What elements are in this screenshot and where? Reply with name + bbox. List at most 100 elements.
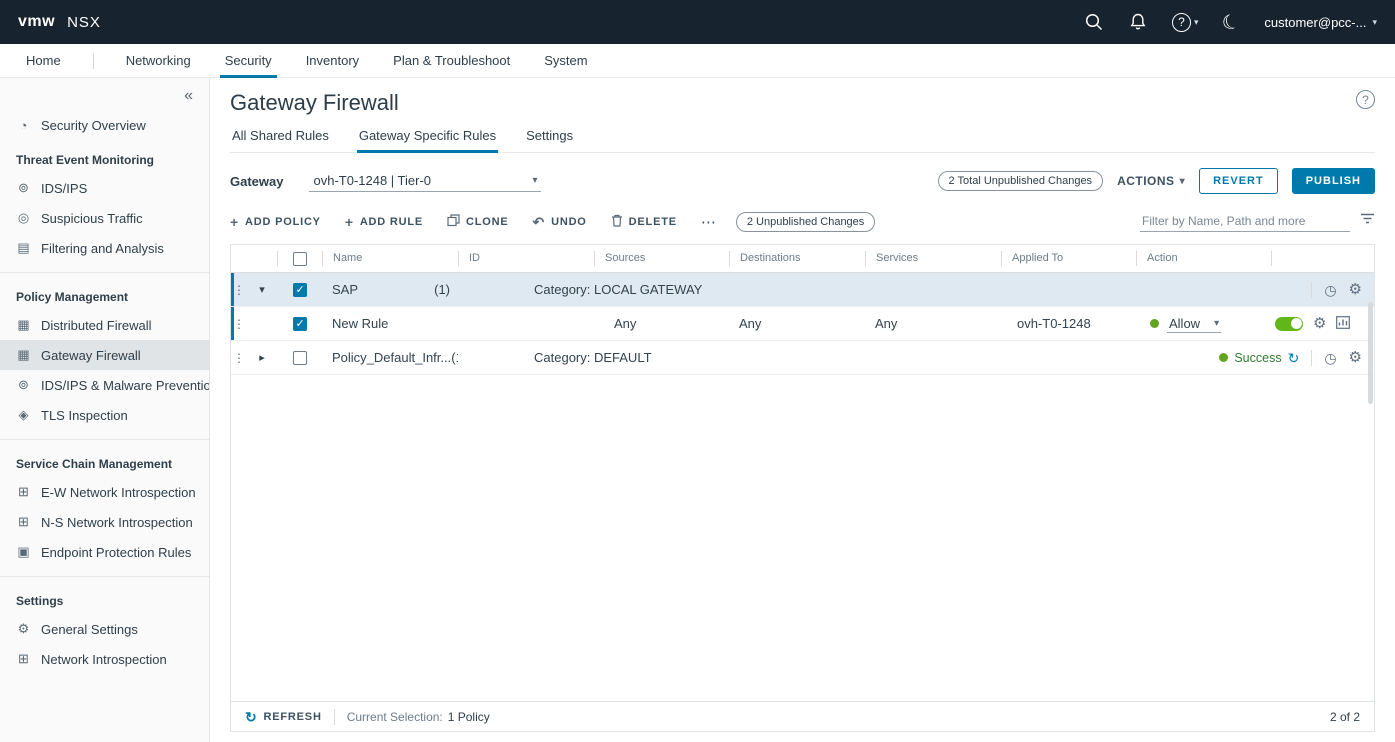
row-divider [1311,350,1312,366]
notifications-bell-icon[interactable] [1128,12,1148,32]
actions-button[interactable]: ACTIONS [1117,174,1185,188]
sidebar-item-label: Gateway Firewall [41,348,141,363]
vertical-scrollbar[interactable] [1368,302,1373,404]
chevron-down-icon [1180,176,1186,187]
sidebar-item-label: Filtering and Analysis [41,241,164,256]
expand-policy-icon[interactable] [247,351,277,364]
sidebar-section-threat-event-monitoring: Threat Event Monitoring [0,140,209,173]
select-all-checkbox[interactable] [293,252,307,266]
gateway-firewall-icon [16,347,31,363]
refresh-button[interactable]: REFRESH [245,710,322,724]
row-checkbox[interactable] [293,351,307,365]
rule-destinations[interactable]: Any [729,316,865,331]
collapse-policy-icon[interactable] [247,283,277,296]
account-name: customer@pcc-... [1264,15,1366,30]
trash-icon [611,214,623,229]
add-rule-button[interactable]: ADD RULE [345,215,423,229]
theme-moon-icon[interactable] [1219,7,1244,37]
add-policy-button[interactable]: ADD POLICY [230,215,321,229]
sidebar-item-label: IDS/IPS & Malware Prevention [41,378,210,393]
total-unpublished-changes-badge[interactable]: 2 Total Unpublished Changes [938,171,1104,191]
sidebar-item-label: IDS/IPS [41,181,87,196]
primary-nav: Home Networking Security Inventory Plan … [0,44,1395,78]
sidebar-item-label: Suspicious Traffic [41,211,143,226]
policy-settings-gear-icon[interactable] [1349,282,1362,297]
sidebar-item-general-settings[interactable]: General Settings [0,614,209,644]
nav-item-home[interactable]: Home [24,44,63,77]
chevron-down-icon [532,175,537,186]
action-select[interactable]: Allow [1167,315,1221,333]
status-refresh-icon[interactable] [1288,351,1300,365]
sidebar-item-network-introspection[interactable]: Network Introspection [0,644,209,674]
collapse-sidebar-icon[interactable] [184,88,193,104]
search-icon[interactable] [1084,12,1104,32]
filter-funnel-icon[interactable] [1360,213,1375,231]
sidebar-item-ns-network-introspection[interactable]: N-S Network Introspection [0,507,209,537]
undo-label: UNDO [551,216,587,228]
sidebar-item-filtering-and-analysis[interactable]: Filtering and Analysis [0,233,209,263]
tab-settings[interactable]: Settings [524,128,575,152]
nav-item-plan-troubleshoot[interactable]: Plan & Troubleshoot [391,44,512,77]
delete-button[interactable]: DELETE [611,214,677,229]
policy-row-sap[interactable]: SAP (1) Category: LOCAL GATEWAY [231,273,1374,307]
rule-sources[interactable]: Any [594,316,729,331]
drag-handle-icon[interactable] [231,351,247,365]
unpublished-changes-badge[interactable]: 2 Unpublished Changes [736,212,875,232]
sidebar-item-label: Network Introspection [41,652,167,667]
nav-item-system[interactable]: System [542,44,589,77]
sidebar-item-tls-inspection[interactable]: TLS Inspection [0,400,209,430]
sidebar-item-ids-ips[interactable]: IDS/IPS [0,173,209,203]
rule-applied-to[interactable]: ovh-T0-1248 [1001,316,1136,331]
row-checkbox[interactable] [293,317,307,331]
rule-enabled-toggle[interactable] [1275,317,1303,331]
sidebar-item-suspicious-traffic[interactable]: Suspicious Traffic [0,203,209,233]
nav-divider [93,53,94,69]
policy-stats-clock-icon[interactable] [1324,283,1336,297]
policy-rule-count: (1) [434,282,450,297]
actions-label: ACTIONS [1117,174,1175,188]
filtering-analysis-icon [16,240,31,256]
sidebar-item-ew-network-introspection[interactable]: E-W Network Introspection [0,477,209,507]
help-menu-icon[interactable]: ? [1172,13,1199,32]
row-checkbox[interactable] [293,283,307,297]
sidebar-item-endpoint-protection-rules[interactable]: Endpoint Protection Rules [0,537,209,567]
add-policy-label: ADD POLICY [245,216,321,228]
nav-item-inventory[interactable]: Inventory [304,44,361,77]
delete-label: DELETE [629,216,677,228]
rule-row-new-rule[interactable]: New Rule Any Any Any ovh-T0-1248 Allow [231,307,1374,341]
tab-gateway-specific-rules[interactable]: Gateway Specific Rules [357,128,498,152]
user-account-menu[interactable]: customer@pcc-... [1264,15,1377,30]
ns-introspection-icon [16,514,31,530]
policy-stats-clock-icon[interactable] [1324,351,1336,365]
sidebar-item-security-overview[interactable]: Security Overview [0,110,209,140]
action-status-dot [1150,319,1159,328]
page-help-icon[interactable]: ? [1356,90,1375,109]
drag-handle-icon[interactable] [231,317,247,331]
sidebar-item-distributed-firewall[interactable]: Distributed Firewall [0,310,209,340]
rule-stats-chart-icon[interactable] [1336,316,1350,332]
column-header-sources: Sources [594,251,729,266]
refresh-icon [245,710,258,724]
tab-all-shared-rules[interactable]: All Shared Rules [230,128,331,152]
publish-button[interactable]: PUBLISH [1292,168,1375,194]
vmware-logo: vmw [18,13,55,31]
nav-item-networking[interactable]: Networking [124,44,193,77]
row-divider [1311,282,1312,298]
sidebar-divider [0,576,209,577]
gateway-select[interactable]: ovh-T0-1248 | Tier-0 [309,170,541,192]
policy-row-default[interactable]: Policy_Default_Infr... (1) Category: DEF… [231,341,1374,375]
rule-settings-gear-icon[interactable] [1313,316,1326,331]
undo-button[interactable]: UNDO [533,215,587,229]
sidebar-item-ids-ips-malware-prevention[interactable]: IDS/IPS & Malware Prevention [0,370,209,400]
column-header-applied-to: Applied To [1001,251,1136,266]
more-actions-icon[interactable] [701,213,716,231]
nav-item-security[interactable]: Security [223,44,274,77]
revert-button[interactable]: REVERT [1199,168,1278,194]
sidebar-item-gateway-firewall[interactable]: Gateway Firewall [0,340,209,370]
clone-button[interactable]: CLONE [447,214,509,229]
policy-category: Category: DEFAULT [458,350,1219,365]
filter-input[interactable] [1140,211,1350,232]
policy-settings-gear-icon[interactable] [1349,350,1362,365]
rule-services[interactable]: Any [865,316,1001,331]
drag-handle-icon[interactable] [231,283,247,297]
